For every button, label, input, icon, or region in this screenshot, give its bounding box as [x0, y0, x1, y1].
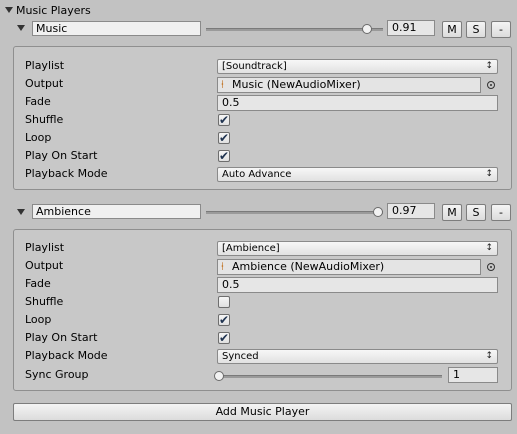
volume-value-field[interactable]: 0.91: [387, 20, 435, 36]
object-picker-icon[interactable]: [487, 263, 495, 271]
playback-mode-value: Auto Advance: [222, 169, 292, 180]
sync-group-slider-thumb[interactable]: [214, 371, 224, 381]
audio-mixer-icon: ⍿: [221, 260, 224, 273]
volume-slider-thumb[interactable]: [362, 24, 373, 34]
updown-arrows-icon: ↕: [485, 243, 493, 253]
playback-mode-dropdown[interactable]: Synced ↕: [217, 349, 498, 364]
play-on-start-label: Play On Start: [25, 331, 98, 344]
object-picker-icon[interactable]: [487, 81, 495, 89]
shuffle-checkbox[interactable]: [218, 296, 230, 308]
remove-player-button[interactable]: -: [491, 21, 511, 38]
fade-label: Fade: [25, 95, 51, 108]
loop-label: Loop: [25, 313, 52, 326]
player-foldout-arrow-icon[interactable]: [17, 25, 25, 31]
add-music-player-button[interactable]: Add Music Player: [13, 403, 512, 421]
output-object-field[interactable]: ⍿ Ambience (NewAudioMixer): [217, 259, 481, 275]
player-foldout-arrow-icon[interactable]: [17, 209, 25, 215]
volume-slider-track[interactable]: [206, 28, 383, 31]
output-value: Ambience (NewAudioMixer): [232, 260, 385, 273]
updown-arrows-icon: ↕: [485, 61, 493, 71]
playlist-label: Playlist: [25, 59, 65, 72]
loop-label: Loop: [25, 131, 52, 144]
sync-group-label: Sync Group: [25, 368, 89, 381]
volume-value-field[interactable]: 0.97: [387, 203, 435, 219]
mute-button[interactable]: M: [442, 21, 462, 38]
solo-button[interactable]: S: [466, 21, 486, 38]
output-value: Music (NewAudioMixer): [232, 78, 361, 91]
mute-button[interactable]: M: [442, 204, 462, 221]
output-label: Output: [25, 259, 64, 272]
playlist-dropdown[interactable]: [Ambience] ↕: [217, 241, 498, 256]
updown-arrows-icon: ↕: [485, 169, 493, 179]
playlist-dropdown[interactable]: [Soundtrack] ↕: [217, 59, 498, 74]
playback-mode-label: Playback Mode: [25, 167, 108, 180]
playlist-dropdown-value: [Ambience]: [222, 243, 280, 254]
solo-button[interactable]: S: [466, 204, 486, 221]
updown-arrows-icon: ↕: [485, 351, 493, 361]
volume-slider-track[interactable]: [206, 211, 383, 214]
loop-checkbox[interactable]: ✔: [218, 314, 230, 326]
shuffle-label: Shuffle: [25, 113, 64, 126]
shuffle-label: Shuffle: [25, 295, 64, 308]
playlist-label: Playlist: [25, 241, 65, 254]
fade-field[interactable]: 0.5: [217, 277, 498, 293]
section-title: Music Players: [16, 4, 91, 17]
play-on-start-checkbox[interactable]: ✔: [218, 150, 230, 162]
play-on-start-checkbox[interactable]: ✔: [218, 332, 230, 344]
playback-mode-dropdown[interactable]: Auto Advance ↕: [217, 167, 498, 182]
output-label: Output: [25, 77, 64, 90]
remove-player-button[interactable]: -: [491, 204, 511, 221]
foldout-arrow-icon[interactable]: [5, 7, 13, 13]
shuffle-checkbox[interactable]: ✔: [218, 114, 230, 126]
playback-mode-value: Synced: [222, 351, 259, 362]
play-on-start-label: Play On Start: [25, 149, 98, 162]
player-name-field[interactable]: Music: [32, 21, 201, 36]
fade-field[interactable]: 0.5: [217, 95, 498, 111]
fade-label: Fade: [25, 277, 51, 290]
sync-group-value-field[interactable]: 1: [448, 367, 498, 383]
output-object-field[interactable]: ⍿ Music (NewAudioMixer): [217, 77, 481, 93]
audio-mixer-icon: ⍿: [221, 78, 224, 91]
volume-slider-thumb[interactable]: [372, 207, 383, 217]
playlist-dropdown-value: [Soundtrack]: [222, 61, 287, 72]
playback-mode-label: Playback Mode: [25, 349, 108, 362]
sync-group-slider-track[interactable]: [219, 375, 442, 378]
player-name-field[interactable]: Ambience: [32, 204, 201, 219]
loop-checkbox[interactable]: ✔: [218, 132, 230, 144]
